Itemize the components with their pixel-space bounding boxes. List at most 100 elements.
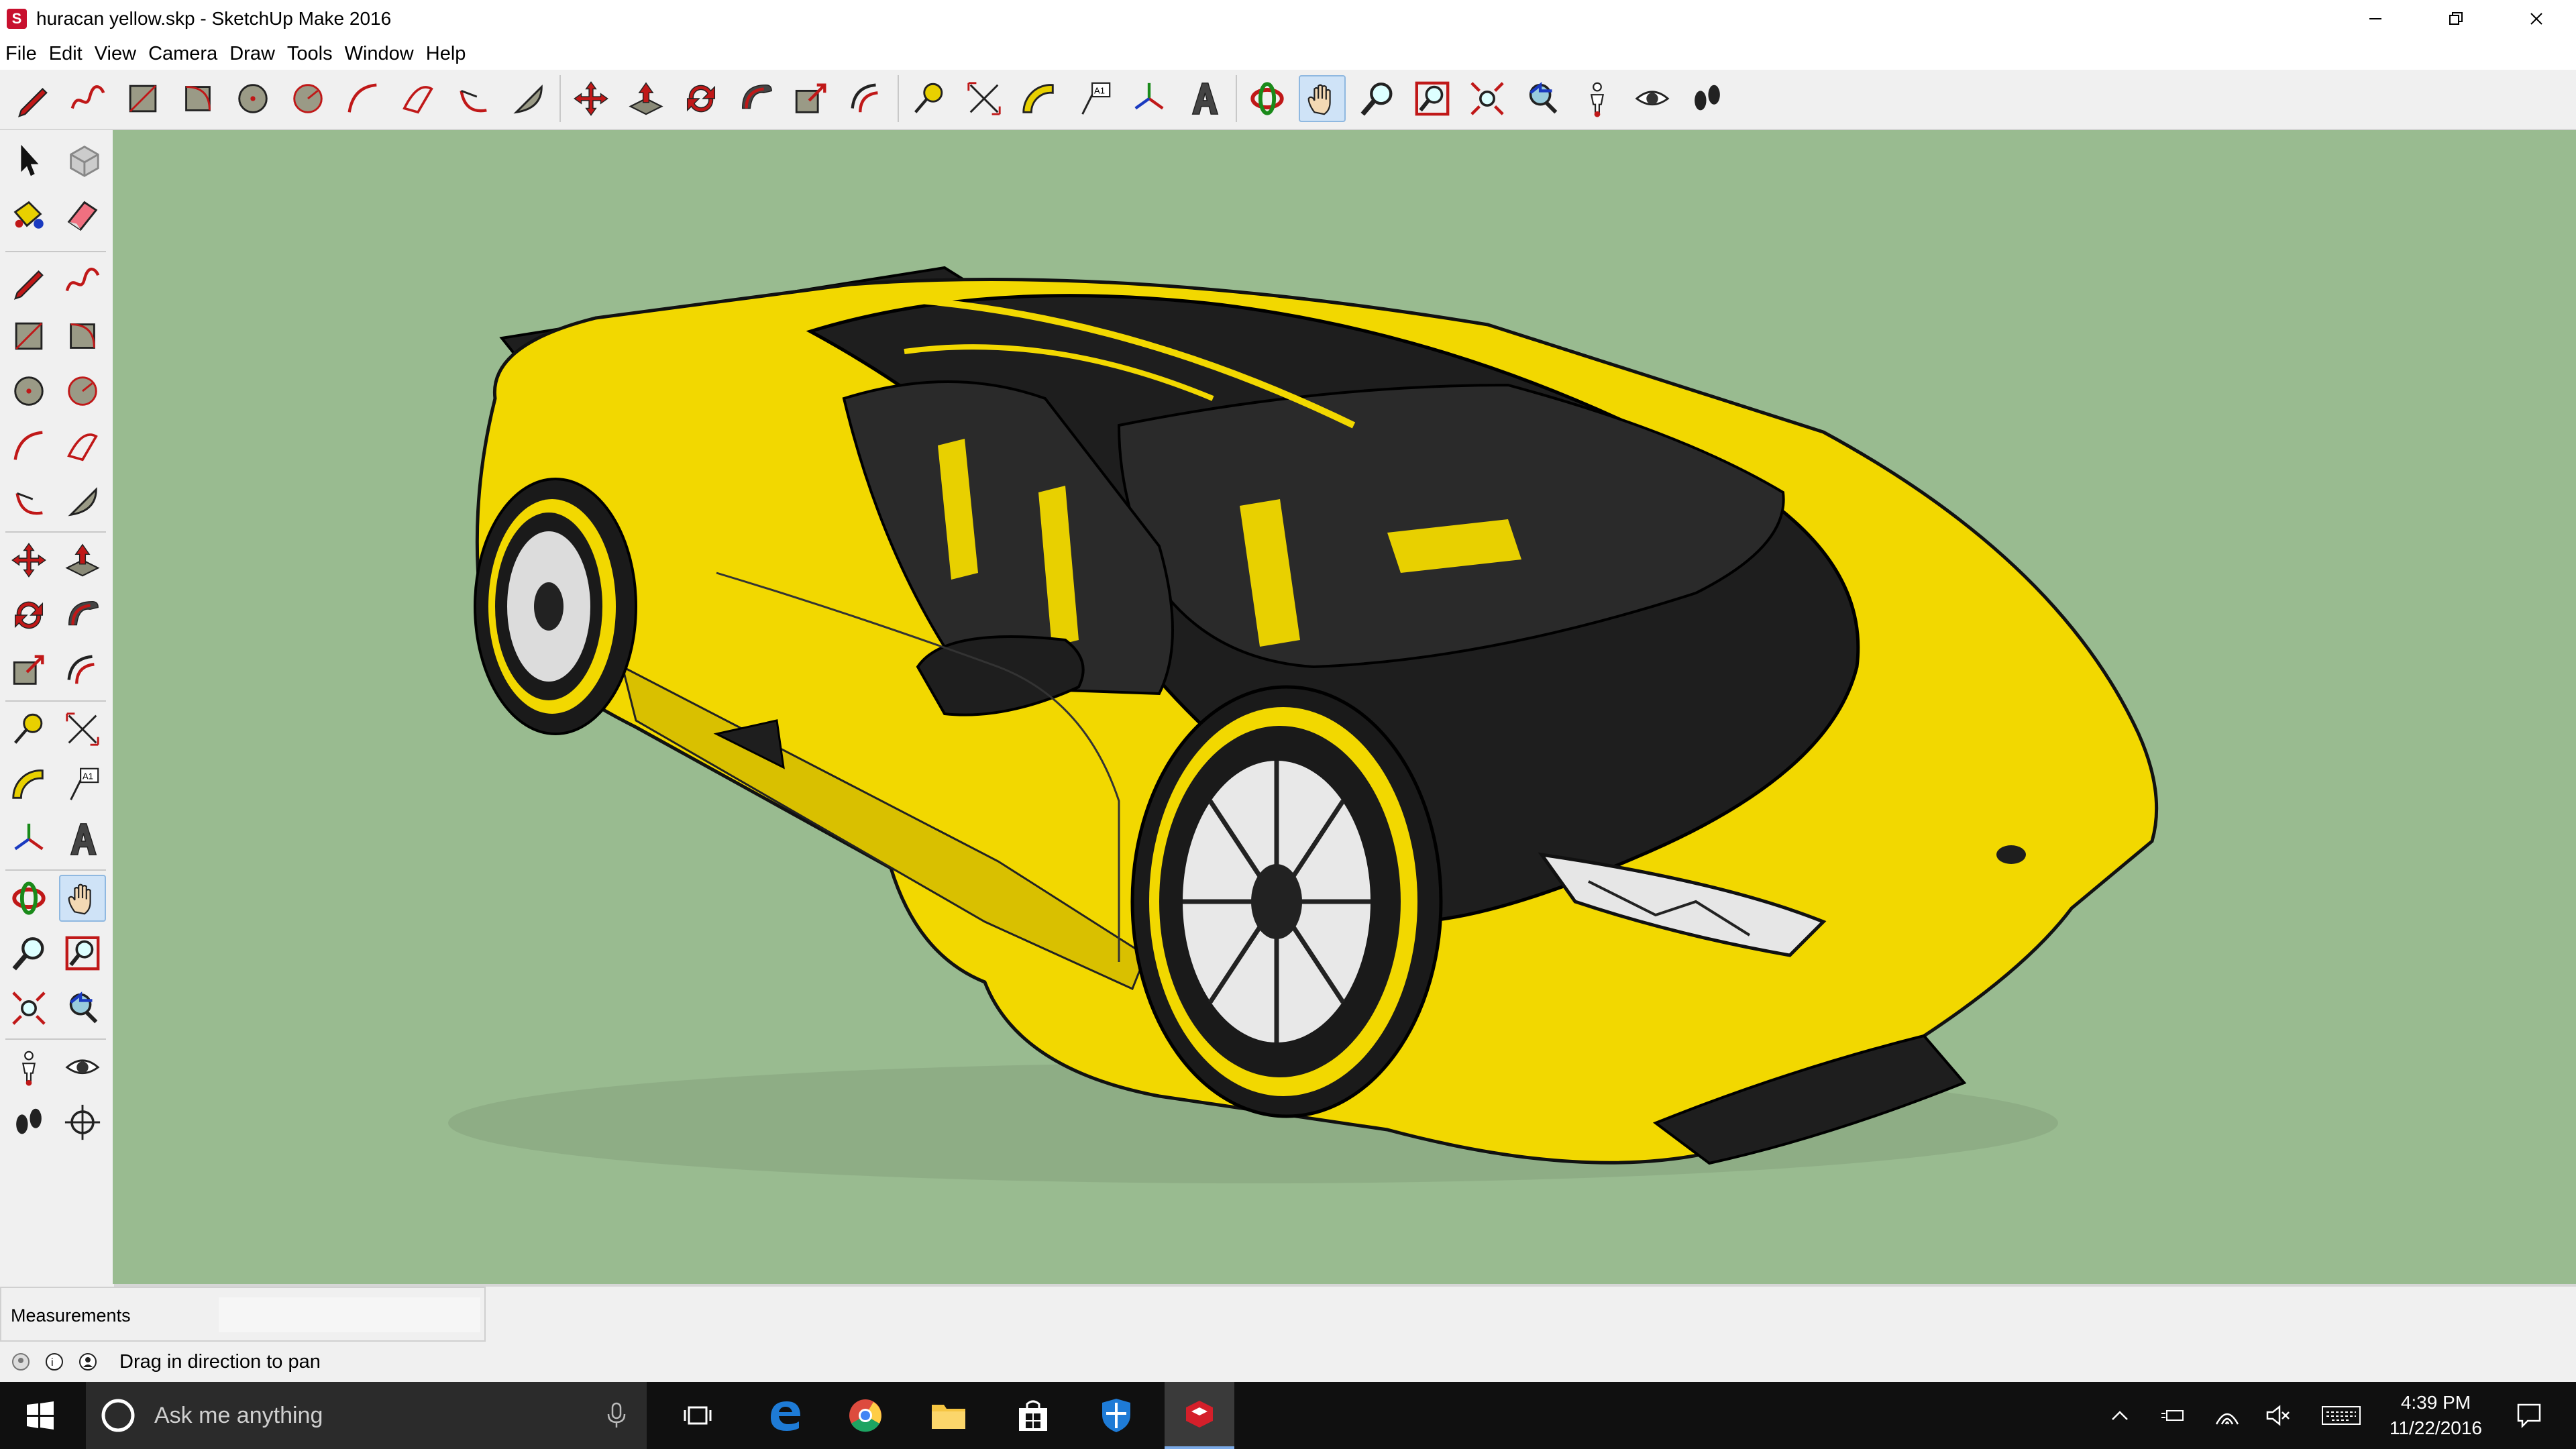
dimensions-tool-button[interactable] bbox=[961, 75, 1008, 122]
battery-button[interactable] bbox=[2153, 1382, 2194, 1449]
rotate-tool-button[interactable] bbox=[678, 75, 724, 122]
2-point-arc-tool-button[interactable] bbox=[394, 75, 441, 122]
polygon-tool-button-left[interactable] bbox=[59, 368, 106, 415]
push-pull-tool-button[interactable] bbox=[623, 75, 669, 122]
scale-tool-button-left[interactable] bbox=[5, 647, 52, 694]
menu-tools[interactable]: Tools bbox=[282, 43, 339, 65]
move-tool-button-left[interactable] bbox=[5, 537, 52, 584]
cortana-search-box[interactable]: Ask me anything bbox=[86, 1382, 647, 1449]
text-tool-button-left[interactable]: A1 bbox=[59, 761, 106, 808]
follow-me-tool-button-left[interactable] bbox=[59, 592, 106, 639]
menu-window[interactable]: Window bbox=[339, 43, 421, 65]
follow-me-tool-button[interactable] bbox=[733, 75, 780, 122]
3-point-arc-tool-button[interactable] bbox=[449, 75, 496, 122]
offset-tool-button[interactable] bbox=[843, 75, 890, 122]
touch-keyboard-button[interactable] bbox=[2314, 1382, 2368, 1449]
user-account-icon[interactable] bbox=[75, 1349, 101, 1375]
protractor-tool-button-left[interactable] bbox=[5, 761, 52, 808]
pie-tool-button[interactable] bbox=[504, 75, 551, 122]
menu-file[interactable]: File bbox=[0, 43, 44, 65]
position-camera-tool-button-left[interactable] bbox=[5, 1044, 52, 1091]
zoom-window-tool-button[interactable] bbox=[1409, 75, 1456, 122]
scale-tool-button[interactable] bbox=[788, 75, 835, 122]
eraser-tool-button[interactable] bbox=[59, 191, 106, 237]
measurements-input[interactable] bbox=[219, 1297, 480, 1332]
pan-tool-button[interactable] bbox=[1299, 75, 1346, 122]
axes-tool-button[interactable] bbox=[1126, 75, 1173, 122]
arc-tool-button[interactable] bbox=[339, 75, 386, 122]
start-button[interactable] bbox=[0, 1382, 80, 1449]
taskbar-clock[interactable]: 4:39 PM 11/22/2016 bbox=[2390, 1382, 2482, 1449]
freehand-tool-button[interactable] bbox=[64, 75, 111, 122]
axes-tool-button-left[interactable] bbox=[5, 816, 52, 863]
paint-bucket-tool-button[interactable] bbox=[5, 191, 52, 237]
3-point-arc-tool-button-left[interactable] bbox=[5, 478, 52, 525]
defender-taskbar-button[interactable] bbox=[1083, 1382, 1150, 1449]
menu-camera[interactable]: Camera bbox=[143, 43, 224, 65]
push-pull-tool-button-left[interactable] bbox=[59, 537, 106, 584]
3d-text-tool-button-left[interactable] bbox=[59, 816, 106, 863]
select-tool-button[interactable] bbox=[5, 137, 52, 184]
orbit-tool-button-left[interactable] bbox=[5, 875, 52, 922]
dimensions-tool-button-left[interactable] bbox=[59, 706, 106, 753]
edge-taskbar-button[interactable] bbox=[751, 1382, 818, 1449]
wifi-button[interactable] bbox=[2207, 1382, 2247, 1449]
orbit-tool-button[interactable] bbox=[1244, 75, 1291, 122]
walk-tool-button[interactable] bbox=[1684, 75, 1731, 122]
minimize-button[interactable] bbox=[2339, 0, 2412, 38]
rotated-rectangle-tool-button-left[interactable] bbox=[59, 313, 106, 360]
rotate-tool-button-left[interactable] bbox=[5, 592, 52, 639]
protractor-tool-button[interactable] bbox=[1016, 75, 1063, 122]
text-tool-button[interactable]: A1 bbox=[1071, 75, 1118, 122]
chrome-taskbar-button[interactable] bbox=[832, 1382, 899, 1449]
zoom-window-tool-button-left[interactable] bbox=[59, 930, 106, 977]
store-taskbar-button[interactable] bbox=[1000, 1382, 1067, 1449]
line-tool-button[interactable] bbox=[9, 75, 56, 122]
make-component-tool-button[interactable] bbox=[59, 137, 106, 184]
walk-tool-button-left[interactable] bbox=[5, 1099, 52, 1146]
rectangle-tool-button[interactable] bbox=[119, 75, 166, 122]
menu-draw[interactable]: Draw bbox=[224, 43, 282, 65]
look-around-tool-button-left[interactable] bbox=[59, 1044, 106, 1091]
volume-button[interactable] bbox=[2258, 1382, 2298, 1449]
geo-location-icon[interactable] bbox=[8, 1349, 34, 1375]
freehand-tool-button-left[interactable] bbox=[59, 258, 106, 305]
tape-measure-tool-button-left[interactable] bbox=[5, 706, 52, 753]
previous-view-tool-button[interactable] bbox=[1519, 75, 1566, 122]
circle-tool-button[interactable] bbox=[229, 75, 276, 122]
rectangle-tool-button-left[interactable] bbox=[5, 313, 52, 360]
circle-tool-button-left[interactable] bbox=[5, 368, 52, 415]
previous-view-tool-button-left[interactable] bbox=[59, 985, 106, 1032]
zoom-tool-button[interactable] bbox=[1354, 75, 1401, 122]
menu-view[interactable]: View bbox=[89, 43, 143, 65]
sketchup-taskbar-button[interactable] bbox=[1165, 1382, 1234, 1449]
3d-text-tool-button[interactable] bbox=[1181, 75, 1228, 122]
offset-tool-button-left[interactable] bbox=[59, 647, 106, 694]
polygon-tool-button[interactable] bbox=[284, 75, 331, 122]
microphone-icon[interactable] bbox=[606, 1402, 627, 1429]
rotated-rectangle-tool-button[interactable] bbox=[174, 75, 221, 122]
credits-icon[interactable]: i bbox=[42, 1349, 67, 1375]
position-camera-tool-button[interactable] bbox=[1574, 75, 1621, 122]
close-button[interactable] bbox=[2500, 0, 2573, 38]
look-around-tool-button[interactable] bbox=[1629, 75, 1676, 122]
arc-tool-button-left[interactable] bbox=[5, 423, 52, 470]
show-hidden-icons-button[interactable] bbox=[2100, 1382, 2140, 1449]
line-tool-button-left[interactable] bbox=[5, 258, 52, 305]
section-plane-tool-button[interactable] bbox=[59, 1099, 106, 1146]
sketchup-app-icon[interactable]: S bbox=[7, 9, 27, 29]
task-view-button[interactable] bbox=[664, 1382, 731, 1449]
menu-help[interactable]: Help bbox=[421, 43, 473, 65]
file-explorer-taskbar-button[interactable] bbox=[915, 1382, 982, 1449]
restore-button[interactable] bbox=[2419, 0, 2493, 38]
zoom-extents-tool-button-left[interactable] bbox=[5, 985, 52, 1032]
move-tool-button[interactable] bbox=[568, 75, 614, 122]
pan-tool-button-left[interactable] bbox=[59, 875, 106, 922]
2-point-arc-tool-button-left[interactable] bbox=[59, 423, 106, 470]
tape-measure-tool-button[interactable] bbox=[906, 75, 953, 122]
action-center-button[interactable] bbox=[2496, 1382, 2563, 1449]
zoom-tool-button-left[interactable] bbox=[5, 930, 52, 977]
model-viewport[interactable] bbox=[113, 130, 2576, 1284]
pie-tool-button-left[interactable] bbox=[59, 478, 106, 525]
menu-edit[interactable]: Edit bbox=[44, 43, 89, 65]
